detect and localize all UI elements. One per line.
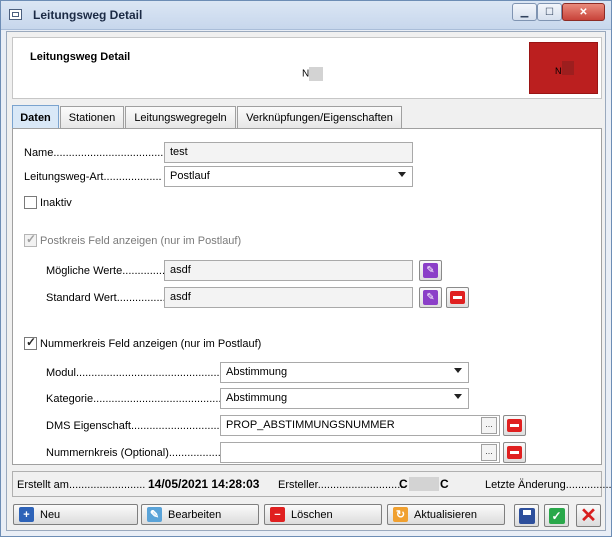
refresh-icon: ↻ xyxy=(393,507,408,522)
kategorie-label: Kategorie...............................… xyxy=(46,393,249,405)
minus-icon xyxy=(450,291,465,304)
kategorie-select-value: Abstimmung xyxy=(226,392,288,404)
tab-verknuepfungen[interactable]: Verknüpfungen/Eigenschaften xyxy=(237,106,402,128)
close-window-button[interactable]: ✕ xyxy=(562,3,605,21)
logo-text: N xyxy=(555,66,562,76)
header-title: Leitungsweg Detail xyxy=(30,51,131,63)
neu-label: Neu xyxy=(40,508,61,521)
nummernkreis-label: Nummernkreis (Optional).................… xyxy=(46,447,246,459)
name-field[interactable]: test xyxy=(164,142,413,163)
loeschen-button[interactable]: − Löschen xyxy=(264,504,382,525)
minus-icon xyxy=(507,419,522,432)
save-icon xyxy=(518,507,535,524)
header-subtitle-text: N xyxy=(302,68,310,80)
plus-icon: + xyxy=(19,507,34,522)
edit-moegliche-button[interactable]: ✎ xyxy=(419,260,442,281)
modul-select[interactable]: Abstimmung xyxy=(220,362,469,383)
inaktiv-label: Inaktiv xyxy=(40,197,72,209)
header-panel: Leitungsweg Detail N N xyxy=(12,37,602,99)
art-label: Leitungsweg-Art................... xyxy=(24,171,162,183)
status-bar: Erstellt am......................... 14/… xyxy=(12,471,612,497)
clear-standard-button[interactable] xyxy=(446,287,469,308)
clear-dms-button[interactable] xyxy=(503,415,526,436)
header-subtitle: N xyxy=(302,67,324,81)
tab-stationen[interactable]: Stationen xyxy=(60,106,124,128)
inaktiv-checkbox[interactable] xyxy=(24,196,37,209)
pencil-icon: ✎ xyxy=(423,290,438,305)
tab-daten[interactable]: Daten xyxy=(12,105,59,129)
clear-nummernkreis-button[interactable] xyxy=(503,442,526,463)
close-icon: ✕ xyxy=(580,504,597,527)
letzte-aenderung-label: Letzte Änderung................... xyxy=(485,479,612,491)
action-toolbar: + Neu ✎ Bearbeiten − Löschen ↻ Aktualisieren… xyxy=(12,502,602,528)
tab-leitungswegregeln[interactable]: Leitungswegregeln xyxy=(125,106,236,128)
cancel-button[interactable]: ✕ xyxy=(576,504,601,527)
nummerkreis-checkbox[interactable] xyxy=(24,335,37,350)
minus-icon xyxy=(507,446,522,459)
dms-eigenschaft-field[interactable]: PROP_ABSTIMMUNGSNUMMER xyxy=(220,415,500,436)
chevron-down-icon xyxy=(454,394,462,399)
postkreis-label: Postkreis Feld anzeigen (nur im Postlauf… xyxy=(40,235,242,247)
bearbeiten-label: Bearbeiten xyxy=(168,508,222,521)
minimize-button[interactable]: ▁ xyxy=(512,3,537,21)
dialog-body: Leitungsweg Detail N N Daten Stationen L… xyxy=(6,31,612,531)
edit-icon: ✎ xyxy=(147,507,162,522)
ersteller-value: C xyxy=(399,477,408,491)
save-button[interactable] xyxy=(514,504,539,527)
art-select-value: Postlauf xyxy=(170,170,210,182)
window-icon xyxy=(9,9,22,20)
leitungsweg-art-select[interactable]: Postlauf xyxy=(164,166,413,187)
logo-redacted xyxy=(562,61,574,75)
redacted-block xyxy=(309,67,324,81)
standard-wert-field[interactable]: asdf xyxy=(164,287,413,308)
modul-select-value: Abstimmung xyxy=(226,366,288,378)
nummerkreis-label: Nummerkreis Feld anzeigen (nur im Postla… xyxy=(40,338,262,350)
moegliche-werte-field[interactable]: asdf xyxy=(164,260,413,281)
loeschen-label: Löschen xyxy=(291,508,333,521)
bearbeiten-button[interactable]: ✎ Bearbeiten xyxy=(141,504,259,525)
erstellt-value: 14/05/2021 14:28:03 xyxy=(148,477,260,491)
erstellt-label: Erstellt am......................... xyxy=(17,479,146,491)
redacted-block xyxy=(409,477,439,491)
pencil-icon: ✎ xyxy=(423,263,438,278)
minus-icon: − xyxy=(270,507,285,522)
browse-nummernkreis-button[interactable]: ... xyxy=(481,444,497,461)
nummernkreis-field[interactable] xyxy=(220,442,500,463)
chevron-down-icon xyxy=(398,172,406,177)
check-icon: ✓ xyxy=(548,507,565,524)
window-title: Leitungsweg Detail xyxy=(33,8,143,22)
ok-button[interactable]: ✓ xyxy=(544,504,569,527)
aktualisieren-label: Aktualisieren xyxy=(414,508,477,521)
postkreis-checkbox[interactable] xyxy=(24,232,37,247)
dialog-window: Leitungsweg Detail ▁ ☐ ✕ Leitungsweg Det… xyxy=(0,0,612,537)
name-label: Name....................................… xyxy=(24,147,173,159)
maximize-button[interactable]: ☐ xyxy=(537,3,562,21)
daten-panel: Name....................................… xyxy=(12,128,602,465)
browse-dms-button[interactable]: ... xyxy=(481,417,497,434)
chevron-down-icon xyxy=(454,368,462,373)
ersteller-label: Ersteller............................. xyxy=(278,479,407,491)
neu-button[interactable]: + Neu xyxy=(13,504,138,525)
edit-standard-button[interactable]: ✎ xyxy=(419,287,442,308)
kategorie-select[interactable]: Abstimmung xyxy=(220,388,469,409)
company-logo: N xyxy=(529,42,598,94)
title-bar[interactable]: Leitungsweg Detail ▁ ☐ ✕ xyxy=(1,1,611,30)
moegliche-werte-label: Mögliche Werte................... xyxy=(46,265,181,277)
ersteller-value-end: C xyxy=(440,477,449,491)
tab-strip: Daten Stationen Leitungswegregeln Verknü… xyxy=(12,105,602,129)
aktualisieren-button[interactable]: ↻ Aktualisieren xyxy=(387,504,505,525)
